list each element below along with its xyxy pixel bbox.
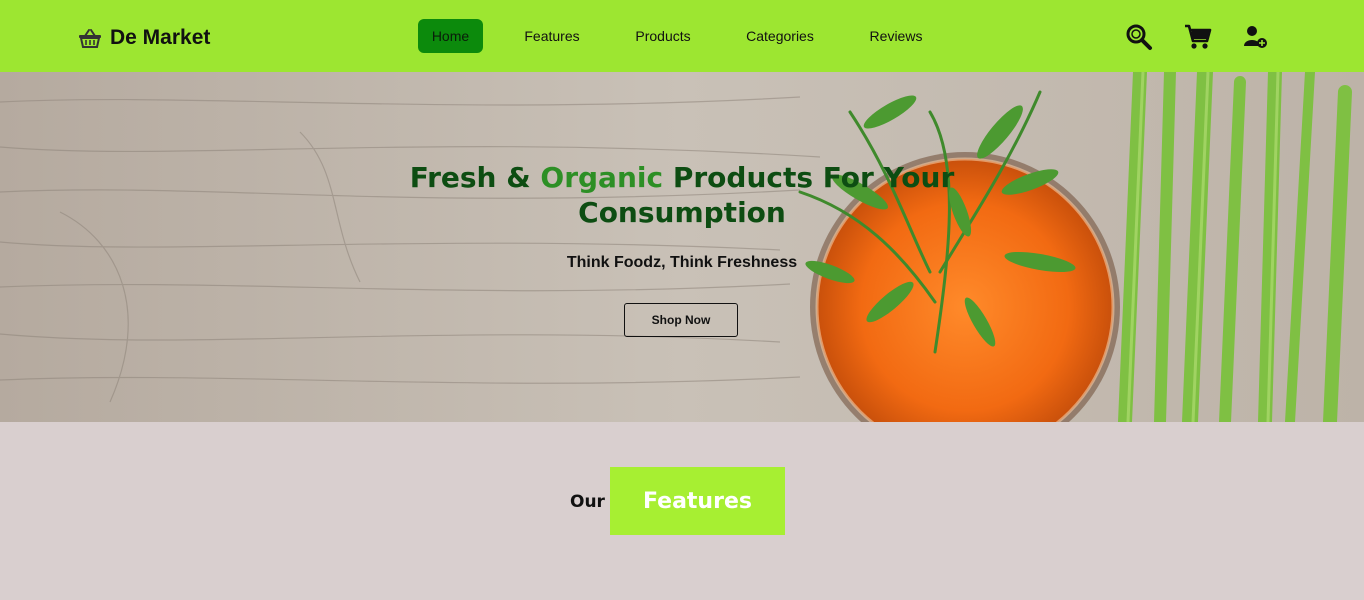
section-prefix: Our bbox=[570, 492, 605, 512]
user-add-icon[interactable] bbox=[1241, 23, 1269, 51]
hero-subtitle: Think Foodz, Think Freshness bbox=[566, 254, 798, 271]
features-section: Our Features bbox=[0, 422, 1364, 600]
nav-reviews[interactable]: Reviews bbox=[858, 19, 934, 53]
hero-banner: Fresh & Organic Products For Your Consum… bbox=[0, 72, 1364, 422]
site-header: De Market Home Features Products Categor… bbox=[0, 0, 1364, 72]
cart-icon[interactable] bbox=[1184, 23, 1212, 51]
search-icon[interactable] bbox=[1125, 23, 1153, 51]
hero-title-highlight: Organic bbox=[540, 161, 664, 194]
shop-now-button[interactable]: Shop Now bbox=[624, 303, 738, 337]
main-nav: Home Features Products Categories Review… bbox=[0, 19, 1364, 53]
hero-background-image bbox=[0, 72, 1364, 422]
nav-features[interactable]: Features bbox=[512, 19, 592, 53]
section-title: Features bbox=[610, 467, 785, 535]
hero-title-part1: Fresh & bbox=[409, 161, 541, 194]
nav-products[interactable]: Products bbox=[624, 19, 702, 53]
nav-categories[interactable]: Categories bbox=[735, 19, 825, 53]
hero-title: Fresh & Organic Products For Your Consum… bbox=[382, 160, 982, 230]
nav-home[interactable]: Home bbox=[418, 19, 483, 53]
